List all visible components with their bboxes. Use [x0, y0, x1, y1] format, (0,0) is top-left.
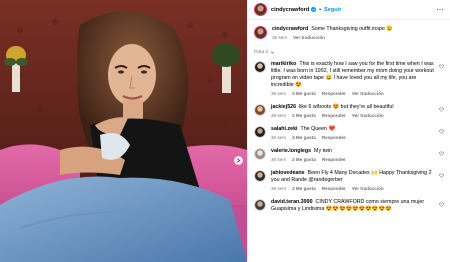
author-avatar[interactable] — [254, 3, 267, 16]
chevron-right-icon — [237, 158, 241, 163]
comment-body: jackiej526 like 6 w/boots 😍 but they're a… — [271, 104, 444, 118]
comment-likes[interactable]: 2 Me gusta — [292, 113, 316, 118]
photo-illustration — [0, 0, 247, 262]
comment-text-line: valerie.longlegs My twin — [271, 148, 434, 155]
post-photo — [0, 0, 247, 262]
comments-filter[interactable]: Para ti — [254, 50, 444, 55]
translation-link[interactable]: Ver traducción — [352, 91, 384, 96]
comment-text-line: david.teran.3990 CINDY CRAWFORD como siem… — [271, 199, 434, 213]
like-heart-icon[interactable] — [439, 107, 444, 112]
caption-body: cindycrawford Some Thanksgiving outfit in… — [272, 26, 444, 40]
post-caption: cindycrawford Some Thanksgiving outfit in… — [254, 26, 444, 40]
comment-meta: 36 sem 2 Me gusta Responder Ver traducci… — [271, 186, 434, 191]
comment-username[interactable]: david.teran.3990 — [271, 199, 313, 205]
comment-time[interactable]: 36 sem — [271, 157, 286, 162]
more-options-icon[interactable]: ··· — [436, 6, 444, 14]
comment-item: david.teran.3990 CINDY CRAWFORD como siem… — [254, 199, 444, 213]
like-heart-icon[interactable] — [439, 129, 444, 134]
comment-username[interactable]: marikiriko — [271, 61, 296, 67]
comment-likes[interactable]: 2 Me gusta — [292, 186, 316, 191]
comment-time[interactable]: 36 sem — [271, 113, 286, 118]
comments-list: cindycrawford Some Thanksgiving outfit in… — [248, 20, 450, 262]
comment-item: jahlovedeane Been Fly 4 Many Decades 🙌 Ha… — [254, 170, 444, 191]
commenter-avatar[interactable] — [254, 170, 266, 182]
comment-body: valerie.longlegs My twin 36 sem 2 Me gust… — [271, 148, 444, 162]
verified-badge-icon — [311, 7, 317, 12]
reply-button[interactable]: Responder — [322, 135, 346, 140]
comment-time[interactable]: 36 sem — [271, 186, 286, 191]
comment-likes[interactable]: 3 Me gusta — [292, 91, 316, 96]
post-header: cindycrawford • Seguir ··· — [248, 0, 450, 20]
comment-text-line: salahi.zeki The Queen ❤️ — [271, 126, 434, 133]
translation-link[interactable]: Ver traducción — [352, 113, 384, 118]
scroll-fade — [248, 258, 450, 262]
chevron-down-icon — [270, 51, 275, 54]
follow-button[interactable]: Seguir — [324, 7, 341, 13]
comment-text-line: marikiriko This is exactly how I saw you … — [271, 61, 434, 89]
comment-body: jahlovedeane Been Fly 4 Many Decades 🙌 Ha… — [271, 170, 444, 191]
comment-meta: 36 sem 2 Me gusta Responder — [271, 157, 434, 162]
comment-text-line: jahlovedeane Been Fly 4 Many Decades 🙌 Ha… — [271, 170, 434, 184]
caption-meta: 36 sem Ver traducción — [272, 35, 434, 40]
like-heart-icon[interactable] — [439, 64, 444, 69]
comment-time[interactable]: 36 sem — [271, 135, 286, 140]
caption-text-line: cindycrawford Some Thanksgiving outfit in… — [272, 26, 434, 33]
like-heart-icon[interactable] — [439, 151, 444, 156]
comment-username[interactable]: salahi.zeki — [271, 126, 298, 132]
comment-body: david.teran.3990 CINDY CRAWFORD como siem… — [271, 199, 444, 213]
caption-username[interactable]: cindycrawford — [272, 26, 308, 32]
comment-meta: 36 sem 3 Me gusta Responder Ver traducci… — [271, 91, 434, 96]
comment-item: valerie.longlegs My twin 36 sem 2 Me gust… — [254, 148, 444, 162]
comment-body: salahi.zeki The Queen ❤️ 36 sem 4 Me gust… — [271, 126, 444, 140]
caption-translation[interactable]: Ver traducción — [293, 35, 325, 40]
separator-dot: • — [319, 6, 321, 13]
reply-button[interactable]: Responder — [322, 186, 346, 191]
author-username[interactable]: cindycrawford — [271, 7, 309, 13]
comment-time[interactable]: 36 sem — [271, 91, 286, 96]
comments-panel: cindycrawford • Seguir ··· cindycrawford… — [247, 0, 450, 262]
like-heart-icon[interactable] — [439, 202, 444, 207]
comment-username[interactable]: jahlovedeane — [271, 170, 305, 176]
comments-filter-label[interactable]: Para ti — [254, 50, 268, 55]
comment-text: My twin — [314, 148, 332, 154]
comment-item: marikiriko This is exactly how I saw you … — [254, 61, 444, 96]
caption-time[interactable]: 36 sem — [272, 35, 287, 40]
comment-meta: 36 sem 2 Me gusta Responder Ver traducci… — [271, 113, 434, 118]
comment-item: jackiej526 like 6 w/boots 😍 but they're a… — [254, 104, 444, 118]
comment-likes[interactable]: 4 Me gusta — [292, 135, 316, 140]
comment-username[interactable]: jackiej526 — [271, 104, 296, 110]
commenter-avatar[interactable] — [254, 126, 266, 138]
reply-button[interactable]: Responder — [322, 91, 346, 96]
reply-button[interactable]: Responder — [322, 113, 346, 118]
comment-text: like 6 w/boots 😍 but they're all beautif… — [299, 104, 394, 110]
commenter-avatar[interactable] — [254, 148, 266, 160]
comment-likes[interactable]: 2 Me gusta — [292, 157, 316, 162]
commenter-avatar[interactable] — [254, 104, 266, 116]
commenter-avatar[interactable] — [254, 199, 266, 211]
comment-item: salahi.zeki The Queen ❤️ 36 sem 4 Me gust… — [254, 126, 444, 140]
post-modal: cindycrawford • Seguir ··· cindycrawford… — [0, 0, 450, 262]
caption-avatar[interactable] — [254, 26, 267, 39]
comment-text-line: jackiej526 like 6 w/boots 😍 but they're a… — [271, 104, 434, 111]
commenter-avatar[interactable] — [254, 61, 266, 73]
translation-link[interactable]: Ver traducción — [352, 186, 384, 191]
like-heart-icon[interactable] — [439, 173, 444, 178]
next-slide-button[interactable] — [234, 156, 243, 165]
comment-meta: 36 sem 4 Me gusta Responder — [271, 135, 434, 140]
caption-text: Some Thanksgiving outfit inspo 😉 — [311, 26, 393, 32]
reply-button[interactable]: Responder — [322, 157, 346, 162]
comment-username[interactable]: valerie.longlegs — [271, 148, 311, 154]
comment-text: The Queen ❤️ — [300, 126, 336, 132]
comment-body: marikiriko This is exactly how I saw you … — [271, 61, 444, 96]
